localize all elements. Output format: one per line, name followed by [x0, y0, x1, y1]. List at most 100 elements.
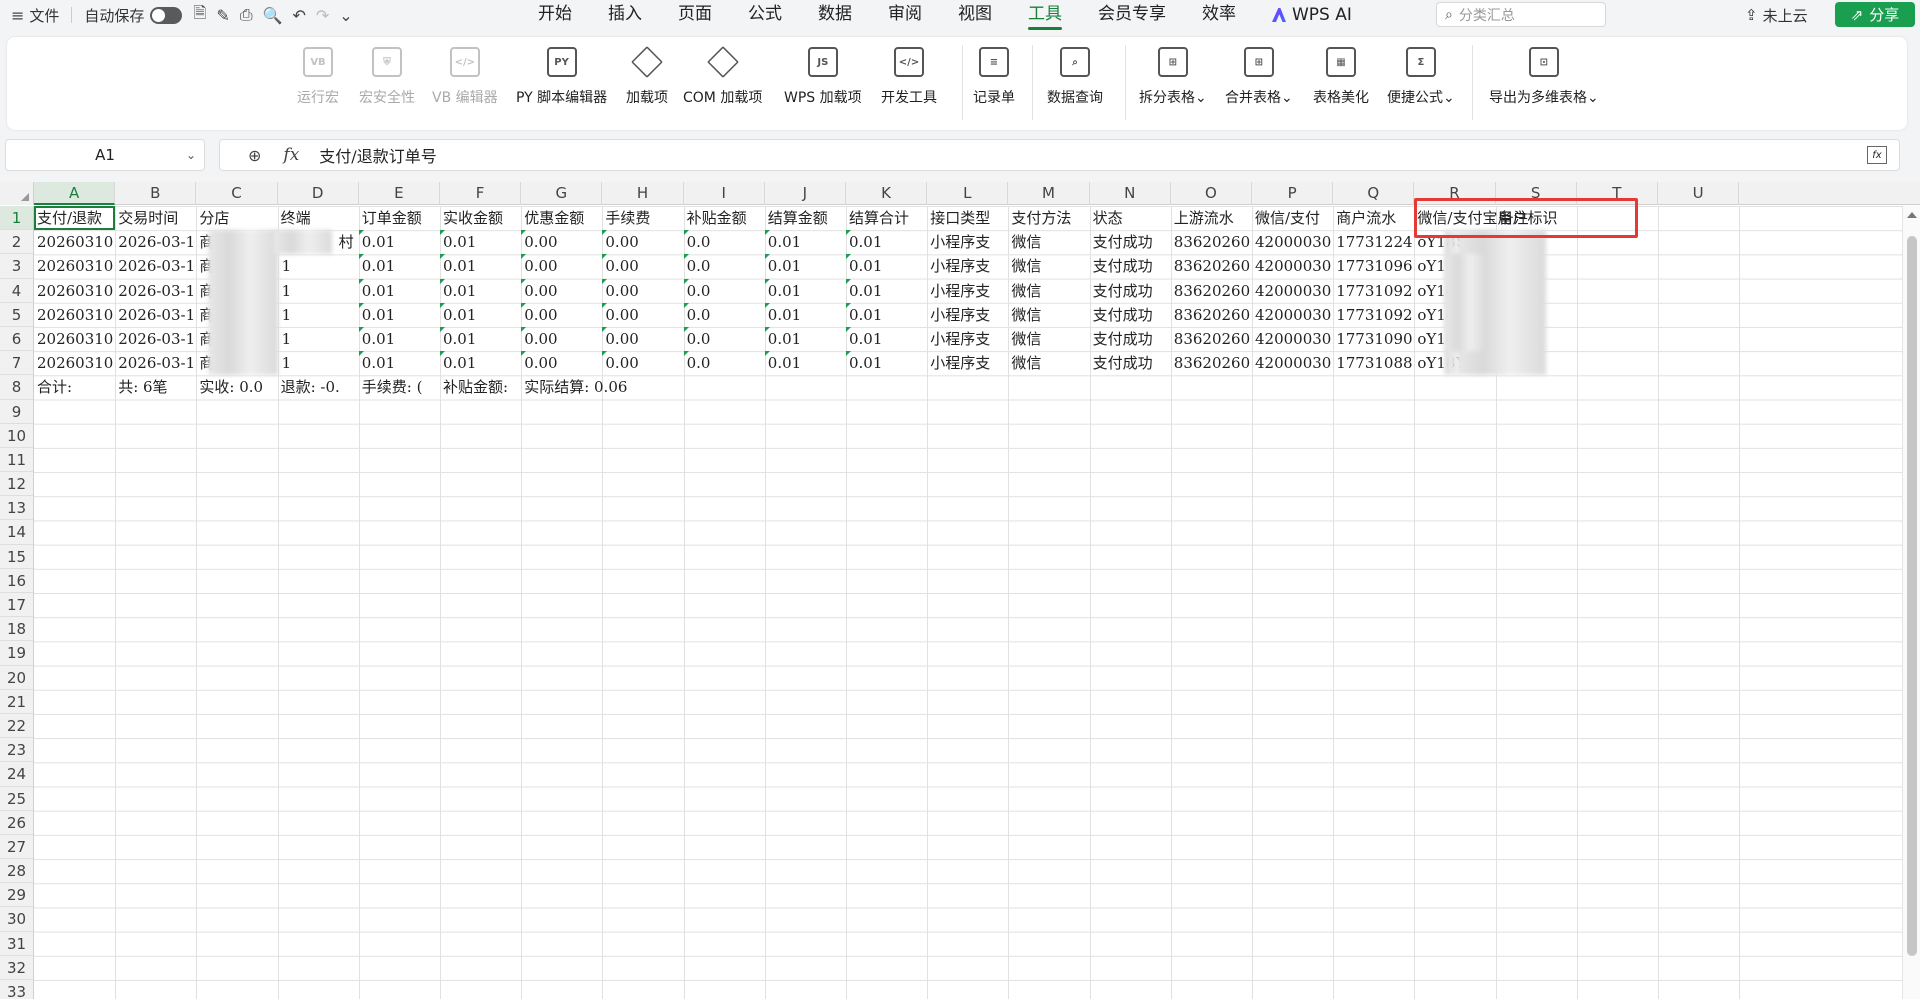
share-button[interactable]: ⇗ 分享: [1835, 2, 1915, 27]
table-cell[interactable]: 0.01: [846, 327, 927, 351]
table-cell[interactable]: 17731224: [1333, 230, 1414, 254]
header-cell[interactable]: 上游流水: [1171, 206, 1252, 230]
summary-cell[interactable]: 退款: -0.: [278, 375, 359, 399]
table-cell[interactable]: 1: [278, 351, 359, 375]
table-cell[interactable]: 支付成功: [1090, 279, 1171, 303]
row-header-12[interactable]: 12: [0, 472, 33, 497]
column-header-o[interactable]: O: [1171, 182, 1252, 205]
table-cell[interactable]: 小程序支: [927, 303, 1008, 327]
zoom-icon[interactable]: ⊕: [248, 146, 261, 165]
tab-data[interactable]: 数据: [800, 0, 870, 30]
row-header-22[interactable]: 22: [0, 714, 33, 739]
chevron-down-icon[interactable]: ⌄: [186, 148, 196, 162]
export-multidim-button[interactable]: ⊡ 导出为多维表格⌄: [1489, 47, 1599, 107]
column-header-g[interactable]: G: [521, 182, 603, 205]
table-cell[interactable]: 17731090: [1333, 327, 1414, 351]
table-cell[interactable]: 支付成功: [1090, 351, 1171, 375]
terminal-suffix[interactable]: 村: [336, 230, 362, 254]
fx-icon[interactable]: fx: [283, 145, 299, 165]
formula-expand-icon[interactable]: fx: [1867, 146, 1887, 164]
header-cell[interactable]: 补贴金额: [684, 206, 765, 230]
table-cell[interactable]: 17731092: [1333, 279, 1414, 303]
column-header-d[interactable]: D: [278, 182, 359, 205]
table-cell[interactable]: 小程序支: [927, 327, 1008, 351]
vertical-scrollbar[interactable]: [1902, 206, 1920, 999]
row-header-32[interactable]: 32: [0, 956, 33, 980]
table-cell[interactable]: 1: [278, 327, 359, 351]
undo-icon[interactable]: ↶: [287, 6, 310, 25]
table-cell[interactable]: 1: [278, 279, 359, 303]
cloud-status-button[interactable]: ⇪ 未上云: [1745, 0, 1808, 30]
table-cell[interactable]: 微信: [1008, 303, 1089, 327]
row-header-16[interactable]: 16: [0, 569, 33, 593]
table-cell[interactable]: 微信: [1008, 279, 1089, 303]
search-input[interactable]: ⌕ 分类汇总: [1436, 2, 1606, 27]
table-cell[interactable]: 0.00: [521, 278, 602, 303]
table-cell[interactable]: 0.0: [683, 254, 765, 278]
table-cell[interactable]: 83620260: [1171, 230, 1252, 254]
addins-button[interactable]: 加载项: [626, 46, 668, 107]
com-addins-button[interactable]: COM 加载项: [683, 46, 762, 107]
row-header-9[interactable]: 9: [0, 400, 33, 424]
table-cell[interactable]: 83620260: [1171, 279, 1252, 303]
table-cell[interactable]: 0.01: [846, 302, 927, 327]
column-header-c[interactable]: C: [196, 182, 278, 205]
row-header-20[interactable]: 20: [0, 666, 33, 690]
summary-cell[interactable]: 补贴金额:: [440, 375, 521, 399]
table-cell[interactable]: 20260310: [34, 327, 115, 351]
table-cell[interactable]: 0.01: [440, 230, 521, 254]
row-header-1[interactable]: 1: [0, 206, 33, 231]
table-cell[interactable]: 17731088: [1333, 351, 1414, 375]
table-cell[interactable]: 2026-03-1: [115, 303, 196, 327]
tab-efficiency[interactable]: 效率: [1184, 0, 1254, 30]
row-header-26[interactable]: 26: [0, 811, 33, 835]
header-cell[interactable]: 实收金额: [440, 206, 521, 230]
table-cell[interactable]: 17731092: [1333, 303, 1414, 327]
table-cell[interactable]: 0.01: [764, 230, 846, 254]
table-cell[interactable]: 微信: [1008, 351, 1089, 375]
table-cell[interactable]: 20260310: [34, 303, 115, 327]
file-menu-button[interactable]: ≡ 文件: [0, 0, 65, 30]
table-cell[interactable]: 83620260: [1171, 351, 1252, 375]
column-header-q[interactable]: Q: [1333, 182, 1415, 205]
table-cell[interactable]: 0.01: [764, 327, 846, 351]
table-cell[interactable]: 2026-03-1: [115, 230, 196, 254]
table-cell[interactable]: 小程序支: [927, 230, 1008, 254]
summary-cell[interactable]: 实收: 0.0: [196, 375, 277, 399]
table-cell[interactable]: 2026-03-1: [115, 279, 196, 303]
scroll-up-icon[interactable]: [1907, 212, 1917, 218]
table-cell[interactable]: 0.01: [764, 278, 846, 303]
row-header-28[interactable]: 28: [0, 859, 33, 884]
table-cell[interactable]: 0.01: [440, 327, 521, 351]
column-header-p[interactable]: P: [1252, 182, 1334, 205]
header-cell[interactable]: 商户流水: [1333, 206, 1414, 230]
table-cell[interactable]: 0.01: [358, 254, 440, 278]
table-cell[interactable]: 0.01: [440, 254, 521, 278]
table-cell[interactable]: 0.00: [602, 278, 683, 303]
table-cell[interactable]: 20260310: [34, 279, 115, 303]
table-cell[interactable]: 0.01: [358, 327, 440, 351]
row-header-33[interactable]: 33: [0, 980, 33, 999]
table-cell[interactable]: 小程序支: [927, 351, 1008, 375]
table-cell[interactable]: 2026-03-1: [115, 254, 196, 278]
column-header-l[interactable]: L: [927, 182, 1009, 205]
tab-formula[interactable]: 公式: [730, 0, 800, 30]
cell-grid[interactable]: 支付/退款 交易时间 分店 终端 订单金额 实收金额 优惠金额 手续费 补贴金额 结算金额 结算合计…: [34, 206, 1904, 999]
header-cell[interactable]: 状态: [1090, 206, 1171, 230]
table-cell[interactable]: 小程序支: [927, 254, 1008, 278]
row-header-24[interactable]: 24: [0, 762, 33, 787]
table-cell[interactable]: 1: [278, 254, 359, 278]
table-cell[interactable]: 0.0: [683, 327, 765, 351]
row-header-13[interactable]: 13: [0, 496, 33, 521]
table-cell[interactable]: 0.0: [683, 302, 765, 327]
row-header-6[interactable]: 6: [0, 327, 33, 352]
table-cell[interactable]: 0.00: [521, 351, 602, 375]
table-cell[interactable]: 0.00: [602, 254, 683, 278]
save-icon[interactable]: 🗎: [188, 2, 211, 29]
table-cell[interactable]: 42000030: [1252, 279, 1333, 303]
table-cell[interactable]: 42000030: [1252, 303, 1333, 327]
table-cell[interactable]: 0.01: [846, 278, 927, 303]
table-cell[interactable]: 20260310: [34, 254, 115, 278]
header-cell[interactable]: 支付方法: [1008, 206, 1089, 230]
print-icon[interactable]: ⎙: [235, 5, 258, 25]
